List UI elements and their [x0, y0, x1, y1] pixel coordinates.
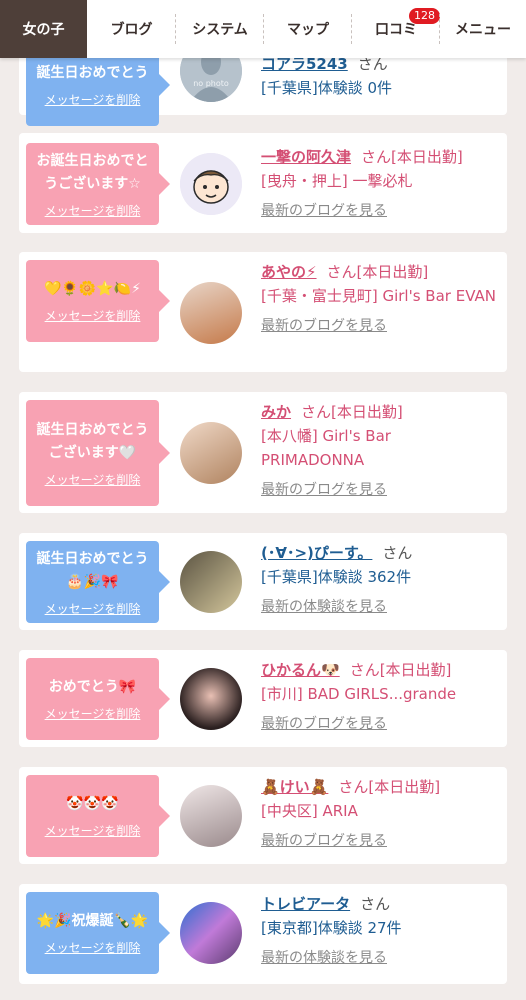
birthday-card: 🤡🤡🤡 メッセージを削除 🧸けい🧸 さん[本日出勤] [中央区] ARIA 最新の… — [19, 767, 507, 864]
person-subinfo: [千葉県]体験談 0件 — [261, 79, 393, 97]
message-text: お誕生日おめでとうございます☆ — [36, 152, 149, 192]
top-nav: 女の子 ブログ システム マップ 口コミ 128 メニュー — [0, 0, 526, 58]
nav-tab-label: 口コミ — [375, 22, 417, 38]
person-status: さん[本日出勤] — [361, 148, 463, 166]
birthday-card: 🌟🎉祝爆誕🍾🌟 メッセージを削除 トレビアータ さん [東京都]体験談 27件 最… — [19, 884, 507, 984]
message-bubble: 🤡🤡🤡 メッセージを削除 — [26, 775, 170, 857]
person-name-link[interactable]: トレビアータ — [261, 895, 350, 913]
person-name-link[interactable]: みか — [261, 403, 291, 421]
avatar[interactable] — [180, 785, 242, 847]
person-name-link[interactable]: 一撃の阿久津 — [261, 148, 351, 166]
nav-tab-system[interactable]: システム — [176, 0, 264, 58]
person-status: さん — [382, 544, 413, 562]
nav-tab-reviews[interactable]: 口コミ 128 — [352, 0, 440, 58]
latest-blog-link[interactable]: 最新のブログを見る — [261, 314, 496, 338]
person-info: ひかるん🐶 さん[本日出勤] [市川] BAD GIRLS...grande 最新… — [261, 658, 496, 736]
nav-tab-label: メニュー — [455, 22, 511, 38]
latest-review-link[interactable]: 最新の体験談を見る — [261, 595, 496, 619]
message-bubble: 🌟🎉祝爆誕🍾🌟 メッセージを削除 — [26, 892, 170, 974]
message-bubble: お誕生日おめでとうございます☆ メッセージを削除 — [26, 143, 170, 225]
person-info: みか さん[本日出勤] [本八幡] Girl's Bar PRIMADONNA 最… — [261, 400, 496, 502]
message-text: 誕生日おめでとう — [36, 65, 149, 81]
message-bubble: 💛🌻🌼⭐🍋⚡ メッセージを削除 — [26, 260, 170, 342]
delete-message-link[interactable]: メッセージを削除 — [45, 91, 141, 108]
person-subinfo: [市川] BAD GIRLS...grande — [261, 685, 457, 703]
person-name-link[interactable]: (･∀･>)ぴーす。 — [261, 544, 372, 562]
person-info: トレビアータ さん [東京都]体験談 27件 最新の体験談を見る — [261, 892, 496, 970]
nav-tab-menu[interactable]: メニュー — [440, 0, 526, 58]
message-text: 誕生日おめでとうございます🤍 — [36, 421, 149, 461]
message-text: おめでとう🎀 — [48, 679, 137, 695]
person-subinfo: [東京都]体験談 27件 — [261, 919, 402, 937]
person-name-link[interactable]: 🧸けい🧸 — [261, 778, 328, 796]
person-name-link[interactable]: ひかるん🐶 — [261, 661, 340, 679]
delete-message-link[interactable]: メッセージを削除 — [45, 471, 141, 488]
message-bubble: 誕生日おめでとうございます🤍 メッセージを削除 — [26, 400, 170, 506]
nav-tab-label: 女の子 — [22, 22, 65, 38]
person-info: 一撃の阿久津 さん[本日出勤] [曳舟・押上] 一撃必札 最新のブログを見る — [261, 145, 496, 223]
person-info: コアラ5243 さん [千葉県]体験談 0件 — [261, 52, 496, 100]
birthday-card: お誕生日おめでとうございます☆ メッセージを削除 一撃の阿久津 さん[本日出勤] … — [19, 133, 507, 233]
avatar[interactable] — [180, 153, 242, 215]
person-subinfo: [千葉県]体験談 362件 — [261, 568, 412, 586]
delete-message-link[interactable]: メッセージを削除 — [45, 822, 141, 839]
latest-blog-link[interactable]: 最新のブログを見る — [261, 478, 496, 502]
person-subinfo: [千葉・富士見町] Girl's Bar EVAN — [261, 287, 496, 305]
person-subinfo: [本八幡] Girl's Bar PRIMADONNA — [261, 427, 391, 469]
latest-blog-link[interactable]: 最新のブログを見る — [261, 199, 496, 223]
delete-message-link[interactable]: メッセージを削除 — [45, 939, 141, 956]
latest-review-link[interactable]: 最新の体験談を見る — [261, 946, 496, 970]
message-text: 🤡🤡🤡 — [66, 796, 119, 812]
person-info: 🧸けい🧸 さん[本日出勤] [中央区] ARIA 最新のブログを見る — [261, 775, 496, 853]
avatar[interactable] — [180, 422, 242, 484]
cartoon-avatar-icon — [180, 153, 242, 215]
nav-tab-blog[interactable]: ブログ — [87, 0, 176, 58]
person-status: さん — [360, 895, 391, 913]
delete-message-link[interactable]: メッセージを削除 — [45, 600, 141, 617]
person-status: さん[本日出勤] — [349, 661, 452, 679]
person-subinfo: [中央区] ARIA — [261, 802, 358, 820]
message-bubble: おめでとう🎀 メッセージを削除 — [26, 658, 170, 740]
avatar[interactable] — [180, 668, 242, 730]
nav-tab-label: マップ — [287, 22, 329, 38]
delete-message-link[interactable]: メッセージを削除 — [45, 705, 141, 722]
person-subinfo: [曳舟・押上] 一撃必札 — [261, 172, 413, 190]
latest-blog-link[interactable]: 最新のブログを見る — [261, 829, 496, 853]
birthday-card: おめでとう🎀 メッセージを削除 ひかるん🐶 さん[本日出勤] [市川] BAD G… — [19, 650, 507, 747]
person-name-link[interactable]: あやの⚡ — [261, 263, 317, 281]
message-text: 💛🌻🌼⭐🍋⚡ — [44, 281, 141, 297]
person-info: あやの⚡ さん[本日出勤] [千葉・富士見町] Girl's Bar EVAN 最… — [261, 260, 496, 338]
avatar[interactable] — [180, 551, 242, 613]
birthday-card: 誕生日おめでとう🎂🎉🎀 メッセージを削除 (･∀･>)ぴーす。 さん [千葉県]体… — [19, 533, 507, 630]
no-photo-label: no photo — [193, 79, 229, 88]
person-status: さん[本日出勤] — [338, 778, 441, 796]
person-status: さん[本日出勤] — [301, 403, 403, 421]
nav-tab-label: システム — [192, 22, 248, 38]
avatar[interactable] — [180, 282, 242, 344]
nav-tab-girls[interactable]: 女の子 — [0, 0, 87, 58]
birthday-card: 💛🌻🌼⭐🍋⚡ メッセージを削除 あやの⚡ さん[本日出勤] [千葉・富士見町] G… — [19, 252, 507, 372]
avatar[interactable] — [180, 902, 242, 964]
delete-message-link[interactable]: メッセージを削除 — [45, 307, 141, 324]
message-text: 🌟🎉祝爆誕🍾🌟 — [36, 913, 149, 929]
reviews-count-badge: 128 — [409, 8, 440, 24]
birthday-card: 誕生日おめでとうございます🤍 メッセージを削除 みか さん[本日出勤] [本八幡]… — [19, 392, 507, 513]
person-status: さん[本日出勤] — [326, 263, 429, 281]
nav-tab-map[interactable]: マップ — [264, 0, 352, 58]
nav-tab-label: ブログ — [110, 22, 153, 38]
delete-message-link[interactable]: メッセージを削除 — [45, 202, 141, 219]
person-info: (･∀･>)ぴーす。 さん [千葉県]体験談 362件 最新の体験談を見る — [261, 541, 496, 619]
message-bubble: 誕生日おめでとう🎂🎉🎀 メッセージを削除 — [26, 541, 170, 623]
latest-blog-link[interactable]: 最新のブログを見る — [261, 712, 496, 736]
message-text: 誕生日おめでとう🎂🎉🎀 — [36, 550, 149, 590]
